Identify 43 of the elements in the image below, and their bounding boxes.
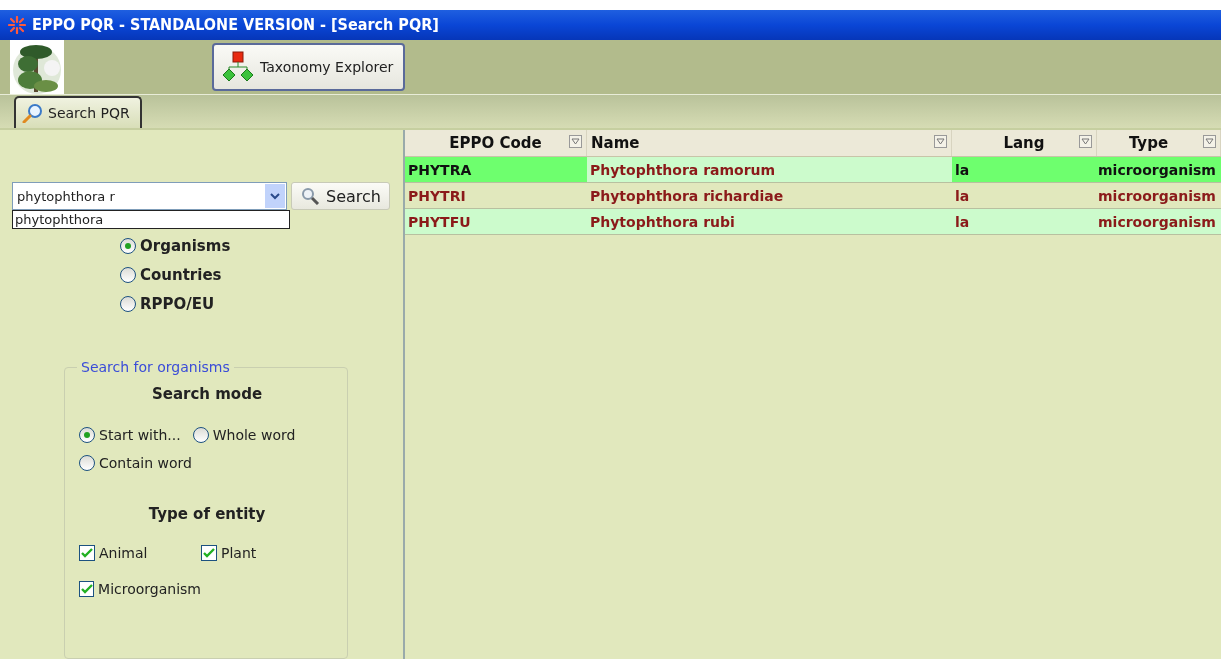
column-header[interactable]: Lang <box>952 130 1097 156</box>
window-title: EPPO PQR - STANDALONE VERSION - [Search PQR] <box>32 15 439 35</box>
check-icon <box>203 548 215 558</box>
table-cell: Phytophthora rubi <box>587 209 952 234</box>
search-icon <box>22 103 44 123</box>
filter-icon[interactable] <box>1203 135 1216 148</box>
search-icon <box>300 187 320 205</box>
mode-radio[interactable]: Contain word <box>79 455 192 471</box>
column-header[interactable]: EPPO Code <box>405 130 587 156</box>
mode-radio[interactable]: Start with... <box>79 427 181 443</box>
table-cell: la <box>952 157 1097 182</box>
check-icon <box>80 584 93 594</box>
suggestion-item[interactable]: phytophthora <box>13 211 289 228</box>
table-cell: la <box>952 209 1097 234</box>
table-cell: Phytophthora ramorum <box>587 157 952 182</box>
scope-radio[interactable]: RPPO/EU <box>120 295 403 313</box>
filter-icon[interactable] <box>1079 135 1092 148</box>
hierarchy-icon <box>222 50 254 83</box>
entity-checkbox[interactable]: Plant <box>201 545 321 561</box>
taxonomy-explorer-button[interactable]: Taxonomy Explorer <box>212 42 406 91</box>
table-cell: PHYTRA <box>405 157 587 182</box>
filter-icon[interactable] <box>934 135 947 148</box>
search-field[interactable]: phytophthora r <box>12 182 287 210</box>
table-cell: PHYTFU <box>405 209 587 234</box>
check-icon <box>81 548 93 558</box>
column-header[interactable]: Name <box>587 130 952 156</box>
chevron-down-icon <box>269 191 281 201</box>
scope-radio[interactable]: Organisms <box>120 237 403 255</box>
dropdown-button[interactable] <box>265 184 285 208</box>
search-button[interactable]: Search <box>291 182 390 210</box>
table-cell: microorganism <box>1097 209 1221 234</box>
filter-icon[interactable] <box>569 135 582 148</box>
tab[interactable]: Search PQR <box>14 96 142 128</box>
group-title: Search for organisms <box>80 359 231 375</box>
table-cell: microorganism <box>1097 157 1221 182</box>
app-icon <box>8 15 26 34</box>
section-title: Search mode <box>150 385 264 403</box>
entity-checkbox[interactable]: Microorganism <box>79 581 201 597</box>
section-title: Type of entity <box>147 505 267 523</box>
column-header[interactable]: Type <box>1097 130 1221 156</box>
mode-radio[interactable]: Whole word <box>192 427 296 443</box>
scope-radio[interactable]: Countries <box>120 266 403 284</box>
entity-checkbox[interactable]: Animal <box>79 545 201 561</box>
